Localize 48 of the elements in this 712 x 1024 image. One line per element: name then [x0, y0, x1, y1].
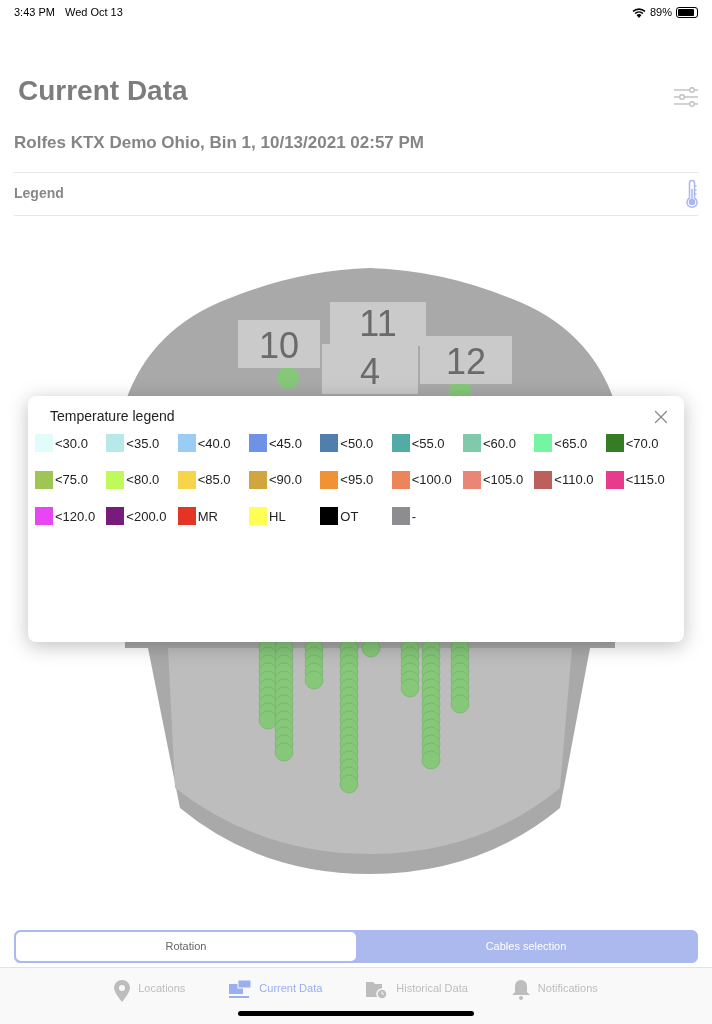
legend-value: <100.0 [411, 471, 452, 489]
legend-value: <105.0 [483, 471, 524, 489]
legend-value: OT [340, 507, 359, 526]
wifi-icon [631, 6, 646, 18]
legend-value: <120.0 [55, 507, 96, 526]
legend-value: <75.0 [55, 471, 88, 489]
battery-icon [676, 6, 698, 18]
status-time: 3:43 PM [14, 4, 55, 20]
tab-bar-item[interactable]: Notifications [511, 980, 598, 1004]
cable-label: 4 [322, 343, 418, 394]
legend-value: <60.0 [483, 434, 516, 453]
legend-value: <80.0 [126, 471, 160, 489]
folder-clock-icon [366, 980, 389, 1000]
legend-value: <30.0 [55, 434, 88, 453]
legend-value: <200.0 [126, 507, 167, 526]
cable-label: 10 [238, 319, 320, 368]
legend-value: MR [197, 507, 218, 526]
legend-value: <55.0 [411, 434, 445, 453]
location-pin-icon [114, 980, 131, 1002]
bell-icon [511, 980, 530, 1000]
page-title: Current Data [18, 74, 188, 108]
cable-label: 11 [330, 301, 426, 346]
legend-value: HL [269, 507, 286, 526]
legend-value: <40.0 [197, 434, 231, 453]
bin-subtitle: Rolfes KTX Demo Ohio, Bin 1, 10/13/2021 02:57 PM [13, 132, 426, 154]
legend-value: <65.0 [554, 434, 588, 453]
live-laptop-icon [229, 980, 252, 1000]
legend-value: <70.0 [625, 434, 659, 453]
legend-value: <45.0 [269, 434, 302, 453]
legend-value: <115.0 [625, 471, 665, 489]
legend-value: - [411, 507, 416, 526]
legend-value: <50.0 [340, 434, 374, 453]
dialog-title: Temperature legend [50, 407, 175, 426]
status-date: Wed Oct 13 [64, 4, 123, 20]
tab-bar-item[interactable]: Historical Data [366, 980, 468, 1004]
legend-value: <95.0 [340, 471, 374, 489]
segment-tab[interactable]: Rotation [16, 932, 356, 961]
legend-value: <35.0 [126, 434, 160, 453]
tab-bar-item[interactable]: Locations [114, 980, 186, 1004]
legend-label[interactable]: Legend [14, 183, 64, 204]
battery-percent: 89% [649, 4, 672, 20]
legend-value: <85.0 [197, 471, 231, 489]
tab-bar-item[interactable]: Current Data [229, 980, 323, 1004]
settings-sliders-icon[interactable] [674, 87, 698, 107]
thermometer-icon[interactable] [686, 178, 698, 209]
cable-label: 12 [420, 335, 512, 384]
legend-value: <90.0 [269, 471, 302, 489]
legend-value: <110.0 [554, 471, 594, 489]
